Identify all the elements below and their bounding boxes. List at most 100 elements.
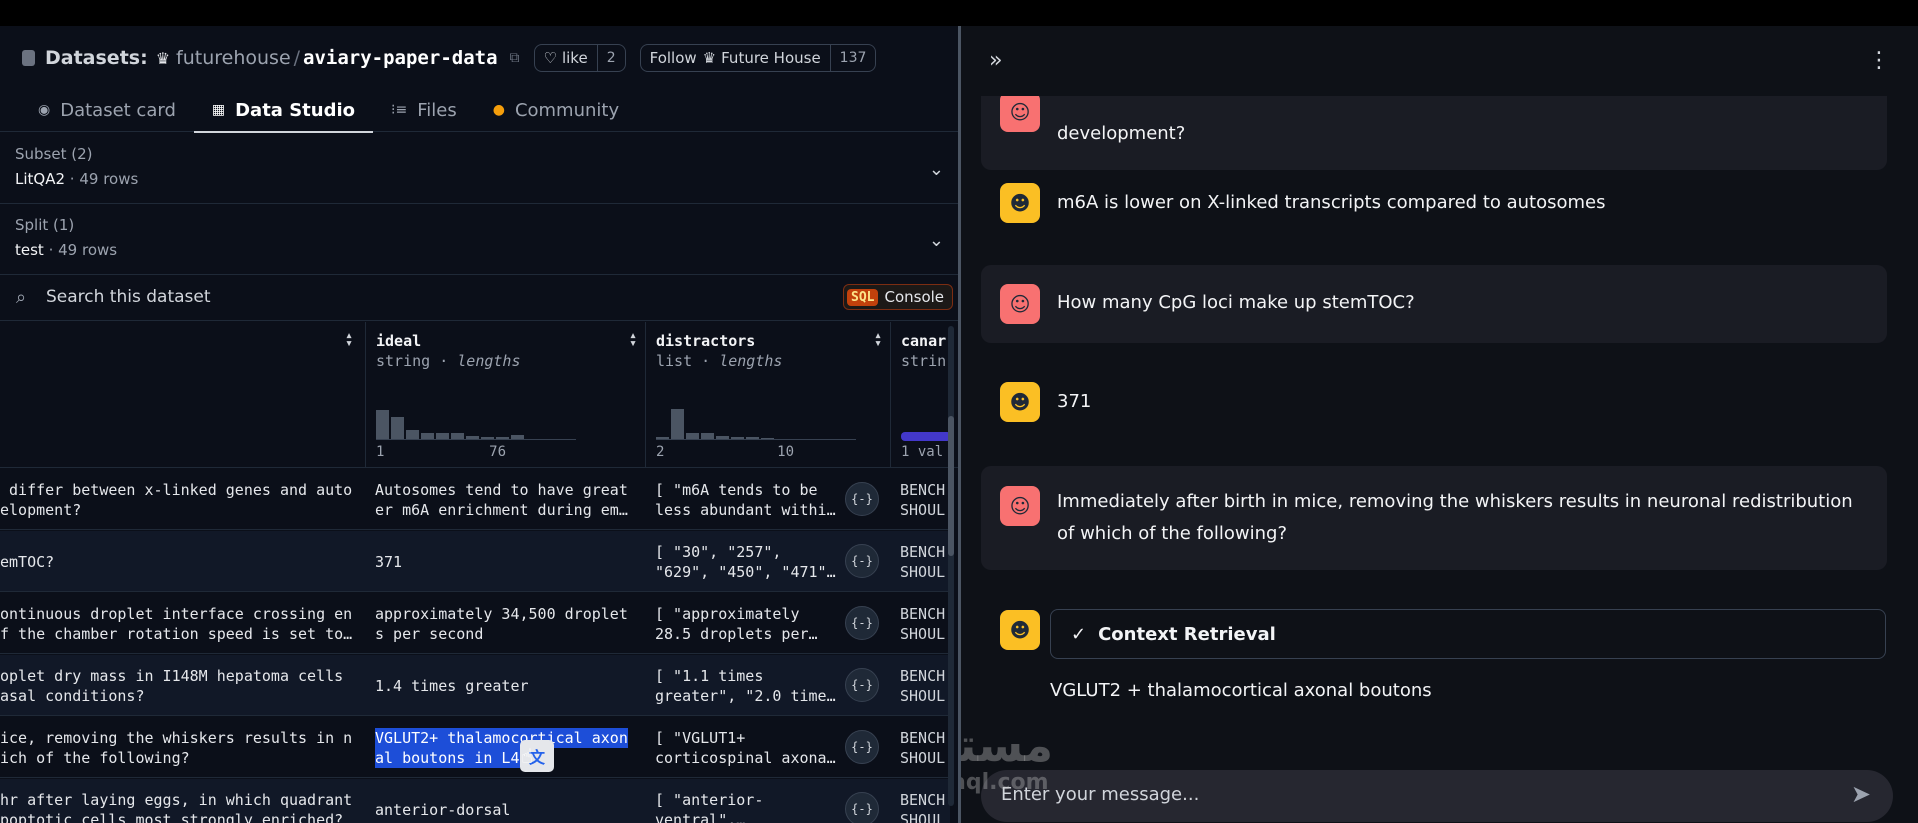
- ideal-cell-selected-line[interactable]: VGLUT2+ thalamocortical axon: [375, 727, 628, 748]
- table-row[interactable]: differ between x-linked genes and auto e…: [0, 469, 950, 530]
- dataset-tabs: ◉ Dataset card ▦ Data Studio ⁝≡ Files ● Comm…: [38, 88, 655, 133]
- search-icon: ⌕: [16, 287, 27, 308]
- top-black-bar: [0, 0, 1918, 26]
- ideal-cell[interactable]: anterior-dorsal: [375, 800, 510, 820]
- chat-toolbar: ›› ⋮: [961, 26, 1918, 96]
- collapse-sidebar-icon[interactable]: ››: [989, 48, 1002, 73]
- dot-separator: ·: [43, 241, 59, 259]
- question-cell[interactable]: emTOC?: [0, 552, 54, 572]
- ideal-cell[interactable]: 1.4 times greater: [375, 676, 529, 696]
- more-options-icon[interactable]: ⋮: [1868, 48, 1890, 73]
- json-view-button[interactable]: {-}: [845, 730, 879, 764]
- json-view-button[interactable]: {-}: [845, 606, 879, 640]
- search-input[interactable]: Search this dataset: [46, 287, 211, 307]
- org-avatar-icon: ♛: [155, 48, 171, 68]
- sort-icon[interactable]: ▴ ▾: [345, 329, 353, 350]
- tab-label: Community: [514, 99, 620, 121]
- range-min: 2: [656, 444, 665, 460]
- json-view-button[interactable]: {-}: [845, 482, 879, 516]
- bot-avatar-icon: ☻: [1000, 382, 1040, 422]
- dataset-card-icon: ◉: [38, 102, 51, 118]
- send-icon[interactable]: ➤: [1851, 780, 1871, 808]
- dataset-header: Datasets: ♛ futurehouse / aviary-paper-d…: [0, 26, 958, 133]
- follow-button[interactable]: Follow ♛ Future House 137: [639, 44, 877, 72]
- table-scrollbar[interactable]: [948, 326, 954, 806]
- json-view-button[interactable]: {-}: [845, 544, 879, 578]
- chevron-down-icon[interactable]: ⌄: [929, 159, 944, 180]
- column-header-ideal[interactable]: ideal string · lengths ▴ ▾ 1 76: [366, 322, 646, 468]
- column-header-distractors[interactable]: distractors list · lengths ▴ ▾ 2 10: [646, 322, 891, 468]
- context-retrieval-expander[interactable]: ✓ Context Retrieval: [1050, 609, 1886, 659]
- question-cell[interactable]: oplet dry mass in I148M hepatoma cells a…: [0, 666, 343, 706]
- copy-icon[interactable]: ⧉: [510, 50, 520, 66]
- histogram-bar: [746, 437, 759, 439]
- value-bar: [901, 432, 951, 441]
- json-view-button[interactable]: {-}: [845, 792, 879, 823]
- table-row[interactable]: hr after laying eggs, in which quadrant …: [0, 779, 950, 823]
- tab-files[interactable]: ⁝≡ Files: [391, 88, 457, 132]
- json-view-button[interactable]: {-}: [845, 668, 879, 702]
- distractors-cell[interactable]: [ "m6A tends to be less abundant withi…: [655, 480, 836, 520]
- like-button[interactable]: ♡ like 2: [533, 44, 626, 72]
- canary-cell[interactable]: BENCH SHOUL: [900, 480, 945, 520]
- type-name: list: [656, 352, 693, 370]
- question-cell[interactable]: hr after laying eggs, in which quadrant …: [0, 790, 352, 823]
- distractors-cell[interactable]: [ "30", "257", "629", "450", "471"…: [655, 542, 836, 582]
- subset-title: Subset (2): [15, 145, 93, 163]
- table-row[interactable]: ontinuous droplet interface crossing en …: [0, 593, 950, 654]
- ideal-cell-selected-line[interactable]: al boutons in L4: [375, 747, 520, 768]
- distractors-cell[interactable]: [ "1.1 times greater", "2.0 time…: [655, 666, 836, 706]
- search-bar[interactable]: ⌕ Search this dataset SQL Console: [0, 275, 958, 321]
- distractors-cell[interactable]: [ "approximately 28.5 droplets per…: [655, 604, 818, 644]
- canary-cell[interactable]: BENCH SHOUL: [900, 728, 945, 768]
- user-avatar-icon: ☺: [1000, 284, 1040, 324]
- question-cell[interactable]: ontinuous droplet interface crossing en …: [0, 604, 352, 644]
- split-selector[interactable]: Split (1) test · 49 rows ⌄: [0, 204, 958, 275]
- histogram-bar: [731, 437, 744, 439]
- follower-count: 137: [829, 45, 876, 71]
- tab-community[interactable]: ● Community: [493, 88, 619, 132]
- type-name: string: [376, 352, 431, 370]
- follow-org: Future House: [721, 49, 821, 67]
- community-icon: ●: [492, 102, 505, 118]
- table-row[interactable]: emTOC? 371 [ "30", "257", "629", "450", …: [0, 531, 950, 592]
- sql-badge: SQL: [847, 288, 879, 306]
- chevron-down-icon[interactable]: ⌄: [929, 230, 944, 251]
- message-text: m6A is lower on X-linked transcripts com…: [1057, 192, 1606, 213]
- histogram-bar: [391, 417, 404, 439]
- table-row[interactable]: oplet dry mass in I148M hepatoma cells a…: [0, 655, 950, 716]
- canary-cell[interactable]: BENCH SHOUL: [900, 790, 945, 823]
- tab-dataset-card[interactable]: ◉ Dataset card: [38, 88, 176, 132]
- chat-input[interactable]: Enter your message... ➤: [981, 770, 1893, 822]
- ideal-cell[interactable]: Autosomes tend to have great er m6A enri…: [375, 480, 628, 520]
- table-row[interactable]: ice, removing the whiskers results in n …: [0, 717, 950, 778]
- canary-cell[interactable]: BENCH SHOUL: [900, 604, 945, 644]
- column-name: canar: [901, 332, 947, 350]
- column-type: string · lengths: [376, 352, 521, 370]
- sort-icon[interactable]: ▴ ▾: [874, 329, 882, 350]
- files-icon: ⁝≡: [391, 102, 408, 118]
- sql-console-button[interactable]: SQL Console: [843, 284, 954, 310]
- scrollbar-thumb[interactable]: [948, 416, 954, 556]
- question-cell[interactable]: ice, removing the whiskers results in n …: [0, 728, 352, 768]
- ideal-cell[interactable]: approximately 34,500 droplet s per secon…: [375, 604, 628, 644]
- org-avatar-icon: ♛: [702, 49, 717, 67]
- subset-selector[interactable]: Subset (2) LitQA2 · 49 rows ⌄: [0, 133, 958, 204]
- tab-data-studio[interactable]: ▦ Data Studio: [193, 88, 374, 133]
- org-link[interactable]: ♛ futurehouse: [156, 47, 291, 69]
- distractors-cell[interactable]: [ "anterior- ventral",…: [655, 790, 763, 823]
- ideal-cell[interactable]: 371: [375, 552, 402, 572]
- distractors-cell[interactable]: [ "VGLUT1+ corticospinal axona…: [655, 728, 836, 768]
- canary-cell[interactable]: BENCH SHOUL: [900, 542, 945, 582]
- histogram-bar: [421, 433, 434, 439]
- question-cell[interactable]: differ between x-linked genes and auto e…: [0, 480, 352, 520]
- heart-icon: ♡: [543, 49, 557, 67]
- chat-message-assistant: ☻ 371: [981, 382, 1887, 442]
- sort-icon[interactable]: ▴ ▾: [629, 329, 637, 350]
- datasets-label[interactable]: Datasets:: [45, 47, 148, 69]
- context-retrieval-label: Context Retrieval: [1098, 623, 1276, 645]
- repo-name[interactable]: aviary-paper-data: [303, 47, 497, 69]
- org-name[interactable]: futurehouse: [176, 47, 291, 69]
- canary-cell[interactable]: BENCH SHOUL: [900, 666, 945, 706]
- column-header-question[interactable]: ▴ ▾: [0, 322, 366, 468]
